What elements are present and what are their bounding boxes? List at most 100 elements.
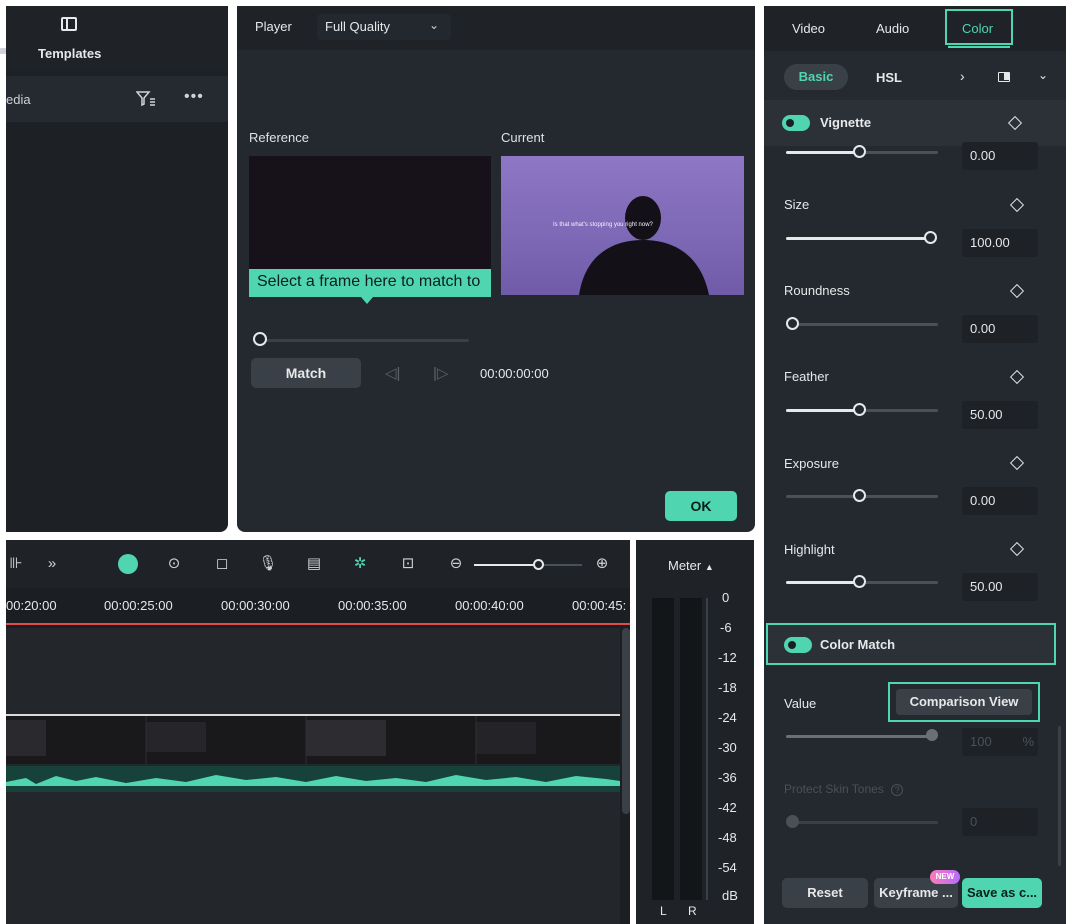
- size-value[interactable]: 100.00: [962, 229, 1038, 257]
- amount-slider-handle[interactable]: [853, 145, 866, 158]
- time-ruler[interactable]: 00:20:00 00:00:25:00 00:00:30:00 00:00:3…: [6, 592, 630, 622]
- select-frame-tooltip: Select a frame here to match to: [249, 269, 491, 297]
- keyframe-diamond-icon[interactable]: [1009, 455, 1025, 471]
- ruler-mark: 00:00:45:: [572, 598, 627, 613]
- app-window: Templates edia ••• Player Full Quality ⌄…: [0, 0, 1068, 924]
- feather-label: Feather: [784, 369, 829, 384]
- play-circle-icon[interactable]: ⊙: [164, 554, 184, 574]
- fit-icon[interactable]: ⊡: [398, 554, 418, 574]
- value-slider-track[interactable]: [786, 735, 934, 738]
- vignette-toggle[interactable]: [782, 115, 810, 131]
- keyframe-diamond-icon[interactable]: [1009, 369, 1025, 385]
- ruler-mark: 00:00:40:00: [455, 598, 524, 613]
- zoom-slider-handle[interactable]: [533, 559, 544, 570]
- new-badge: NEW: [930, 870, 960, 884]
- help-icon[interactable]: ?: [891, 784, 904, 796]
- subtab-hsl[interactable]: HSL: [876, 70, 902, 85]
- color-subtabs: Basic HSL › ⌄: [764, 54, 1066, 100]
- value-amount[interactable]: 100 %: [962, 728, 1038, 756]
- value-label: Value: [784, 696, 817, 711]
- filter-icon[interactable]: [135, 90, 156, 113]
- keyframe-diamond-icon[interactable]: [1009, 283, 1025, 299]
- next-frame-icon[interactable]: |▷: [433, 364, 448, 382]
- playhead-range-line: [6, 623, 630, 625]
- reference-label: Reference: [249, 130, 309, 145]
- track-area[interactable]: [6, 628, 620, 924]
- keyframe-diamond-icon[interactable]: [1009, 197, 1025, 213]
- compare-view-icon[interactable]: [998, 72, 1010, 82]
- frame-scrubber-track[interactable]: [261, 339, 469, 342]
- zoom-out-icon[interactable]: ⊖: [446, 554, 466, 574]
- microphone-icon[interactable]: 🎙: [258, 554, 278, 574]
- chevron-right-icon[interactable]: ›: [960, 68, 965, 84]
- amount-slider-fill: [786, 151, 860, 154]
- meter-title-text: Meter: [668, 558, 702, 573]
- zoom-slider-fill: [474, 564, 542, 566]
- highlight-value[interactable]: 50.00: [962, 573, 1038, 601]
- exposure-slider-handle[interactable]: [853, 489, 866, 502]
- exposure-value[interactable]: 0.00: [962, 487, 1038, 515]
- roundness-value[interactable]: 0.00: [962, 315, 1038, 343]
- panel-scrollbar[interactable]: [1058, 726, 1061, 866]
- frame-caption: Is that what's stopping you right now?: [553, 222, 653, 228]
- feather-value[interactable]: 50.00: [962, 401, 1038, 429]
- tooltip-arrow: [361, 297, 373, 304]
- zoom-slider-track[interactable]: [542, 564, 582, 566]
- subtitle-icon[interactable]: ▤: [304, 554, 324, 574]
- audio-clip[interactable]: [6, 766, 620, 792]
- ok-button[interactable]: OK: [665, 491, 737, 521]
- color-match-toggle[interactable]: [784, 637, 812, 653]
- player-tab[interactable]: Player: [255, 19, 292, 34]
- size-slider-handle[interactable]: [924, 231, 937, 244]
- video-clip[interactable]: [6, 714, 620, 764]
- protect-value[interactable]: 0: [962, 808, 1038, 836]
- active-tab-underline: [948, 46, 1010, 48]
- value-amount-text: 100: [970, 734, 992, 749]
- chevron-down-icon[interactable]: ⌄: [1038, 68, 1048, 82]
- templates-icon[interactable]: [61, 17, 77, 31]
- media-label: edia: [6, 92, 31, 107]
- split-icon[interactable]: ⊪: [6, 554, 26, 574]
- tab-audio[interactable]: Audio: [876, 21, 909, 36]
- save-as-custom-button[interactable]: Save as c...: [962, 878, 1042, 908]
- meter-title[interactable]: Meter ▲: [668, 558, 714, 573]
- snap-icon[interactable]: ✲: [350, 554, 370, 574]
- tab-video[interactable]: Video: [792, 21, 825, 36]
- meter-left-label: L: [660, 904, 667, 918]
- quality-select[interactable]: Full Quality ⌄: [317, 14, 451, 40]
- size-label: Size: [784, 197, 810, 212]
- roundness-slider-track[interactable]: [786, 323, 938, 326]
- protect-slider-track[interactable]: [786, 821, 938, 824]
- highlight-slider-fill: [786, 581, 860, 584]
- marker-icon[interactable]: ◻: [212, 554, 232, 574]
- more-options-icon[interactable]: •••: [184, 88, 204, 106]
- comparison-view-button[interactable]: Comparison View: [896, 689, 1032, 715]
- prev-frame-icon[interactable]: ◁|: [385, 364, 400, 382]
- color-panel: Video Audio Color Basic HSL › ⌄ Vignette: [764, 6, 1066, 924]
- ruler-mark: 00:00:35:00: [338, 598, 407, 613]
- feather-slider-handle[interactable]: [853, 403, 866, 416]
- current-frame: Is that what's stopping you right now?: [501, 156, 744, 295]
- frame-scrubber-handle[interactable]: [253, 332, 267, 346]
- keyframe-diamond-icon[interactable]: [1007, 115, 1023, 131]
- timecode: 00:00:00:00: [480, 366, 549, 381]
- comparison-view-highlight: Comparison View: [888, 682, 1040, 722]
- more-tools-icon[interactable]: »: [42, 554, 62, 574]
- timeline-scrollbar[interactable]: [622, 628, 630, 814]
- timeline-toolbar: ⊪ » ⊙ ◻ 🎙 ▤ ✲ ⊡ ⊖ ⊕: [6, 540, 630, 588]
- value-slider-handle[interactable]: [926, 729, 938, 741]
- ai-assistant-icon[interactable]: [118, 554, 138, 574]
- media-header-row: edia •••: [6, 76, 228, 122]
- roundness-slider-handle[interactable]: [786, 317, 799, 330]
- highlight-slider-handle[interactable]: [853, 575, 866, 588]
- amount-value[interactable]: 0.00: [962, 142, 1038, 170]
- match-button[interactable]: Match: [251, 358, 361, 388]
- tab-color[interactable]: Color: [945, 9, 1013, 45]
- zoom-in-icon[interactable]: ⊕: [592, 554, 612, 574]
- subtab-basic[interactable]: Basic: [784, 64, 848, 90]
- templates-tab-label[interactable]: Templates: [38, 46, 101, 61]
- protect-slider-handle[interactable]: [786, 815, 799, 828]
- keyframe-diamond-icon[interactable]: [1009, 541, 1025, 557]
- reset-button[interactable]: Reset: [782, 878, 868, 908]
- scale-0: 0: [722, 590, 730, 605]
